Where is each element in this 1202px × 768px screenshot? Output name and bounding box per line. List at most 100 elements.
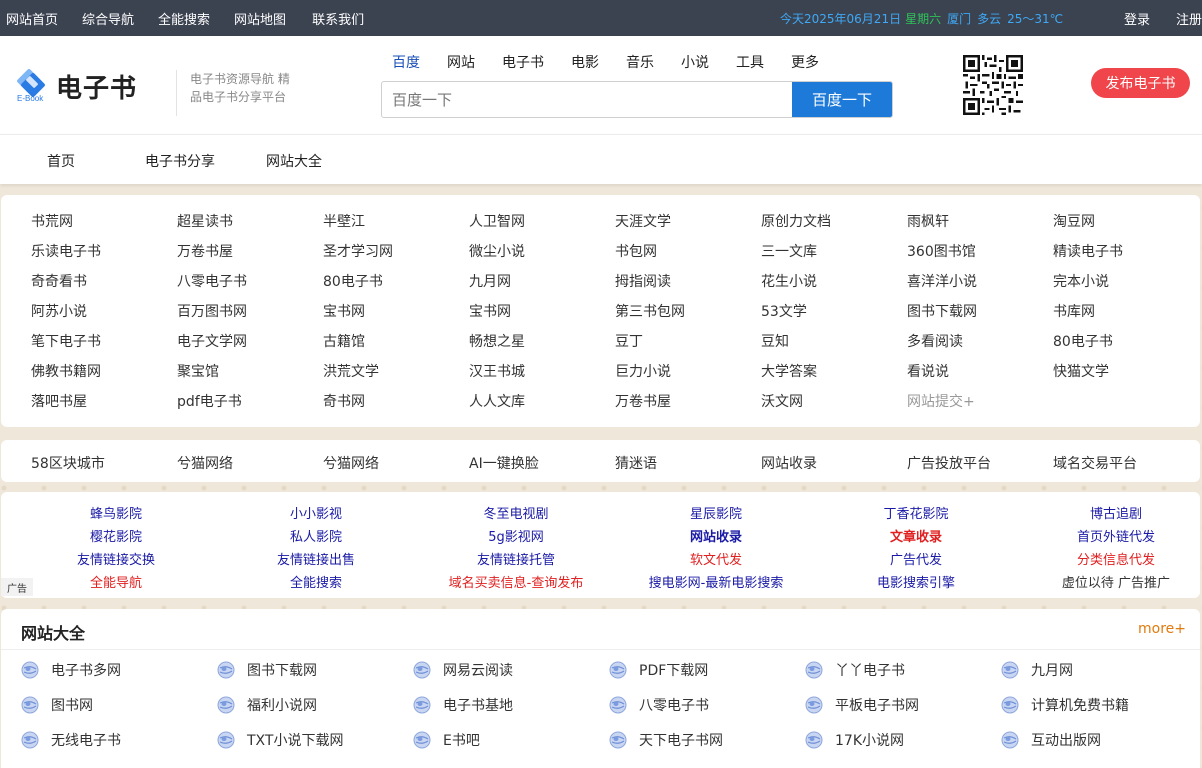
ad-link[interactable]: 樱花影院 [90, 526, 142, 545]
ebook-site-link[interactable]: 淘豆网 [1053, 211, 1095, 231]
ebook-site-link[interactable]: 佛教书籍网 [31, 361, 101, 381]
site-directory-item[interactable]: E书吧 [413, 730, 480, 750]
site-directory-item[interactable]: 平板电子书网 [805, 695, 919, 715]
ebook-site-link[interactable]: 喜洋洋小说 [907, 271, 977, 291]
ebook-site-link[interactable]: 第三书包网 [615, 301, 685, 321]
site-directory-item[interactable]: 图书网 [21, 695, 93, 715]
site-name[interactable]: 电子书 [56, 68, 137, 105]
search-input[interactable] [382, 82, 792, 117]
partner-link[interactable]: 兮猫网络 [177, 453, 233, 473]
site-directory-item[interactable]: TXT小说下载网 [217, 730, 343, 750]
site-directory-item[interactable]: 电子书基地 [413, 695, 513, 715]
ebook-site-link[interactable]: 万卷书屋 [177, 241, 233, 261]
main-nav-ebook-share[interactable]: 电子书分享 [145, 151, 215, 171]
site-directory-item[interactable]: 互动出版网 [1001, 730, 1101, 750]
search-tab-site[interactable]: 网站 [447, 52, 475, 72]
top-nav-home[interactable]: 网站首页 [6, 9, 58, 28]
ebook-site-link[interactable]: 洪荒文学 [323, 361, 379, 381]
ebook-site-link[interactable]: 三一文库 [761, 241, 817, 261]
publish-ebook-button[interactable]: 发布电子书 [1091, 68, 1190, 98]
site-directory-item[interactable]: 图书下载网 [217, 660, 317, 680]
ebook-site-link[interactable]: 快猫文学 [1053, 361, 1109, 381]
site-directory-item[interactable]: 九月网 [1001, 660, 1073, 680]
ebook-site-link[interactable]: 多看阅读 [907, 331, 963, 351]
site-directory-item[interactable]: 福利小说网 [217, 695, 317, 715]
ad-link[interactable]: 5g影视网 [488, 526, 544, 545]
ebook-site-link[interactable]: 雨枫轩 [907, 211, 949, 231]
top-nav-contact[interactable]: 联系我们 [312, 9, 364, 28]
ebook-site-link[interactable]: 豆丁 [615, 331, 643, 351]
ebook-site-link[interactable]: 百万图书网 [177, 301, 247, 321]
site-directory-item[interactable]: 天下电子书网 [609, 730, 723, 750]
ebook-site-link[interactable]: 圣才学习网 [323, 241, 393, 261]
ebook-site-link[interactable]: 精读电子书 [1053, 241, 1123, 261]
ebook-site-link[interactable]: 宝书网 [469, 301, 511, 321]
site-directory-item[interactable]: 电子书多网 [21, 660, 121, 680]
ebook-site-link[interactable]: 宝书网 [323, 301, 365, 321]
ebook-site-link[interactable]: 超星读书 [177, 211, 233, 231]
ebook-site-link[interactable]: 人卫智网 [469, 211, 525, 231]
top-nav-general[interactable]: 综合导航 [82, 9, 134, 28]
partner-link[interactable]: 网站收录 [761, 453, 817, 473]
ebook-site-link[interactable]: 大学答案 [761, 361, 817, 381]
site-directory-item[interactable]: 网易云阅读 [413, 660, 513, 680]
ad-link[interactable]: 小小影视 [290, 503, 342, 522]
ebook-site-link[interactable]: 书库网 [1053, 301, 1095, 321]
ebook-site-link[interactable]: 聚宝馆 [177, 361, 219, 381]
search-tab-novel[interactable]: 小说 [681, 52, 709, 72]
ad-link[interactable]: 友情链接交换 [77, 549, 155, 568]
site-directory-item[interactable]: 计算机免费书籍 [1001, 695, 1129, 715]
top-nav-sitemap[interactable]: 网站地图 [234, 9, 286, 28]
ebook-site-link[interactable]: 阿苏小说 [31, 301, 87, 321]
ebook-site-link[interactable]: 书包网 [615, 241, 657, 261]
search-tab-ebook[interactable]: 电子书 [502, 52, 544, 72]
ebook-site-link[interactable]: 汉王书城 [469, 361, 525, 381]
ebook-site-link[interactable]: pdf电子书 [177, 391, 242, 411]
search-tab-more[interactable]: 更多 [791, 52, 819, 72]
ad-link[interactable]: 电影搜索引擎 [877, 572, 955, 591]
site-directory-item[interactable]: PDF下载网 [609, 660, 708, 680]
partner-link[interactable]: 域名交易平台 [1053, 453, 1137, 473]
login-link[interactable]: 登录 [1124, 9, 1150, 28]
search-tab-movie[interactable]: 电影 [571, 52, 599, 72]
ebook-site-link[interactable]: 天涯文学 [615, 211, 671, 231]
ebook-site-link[interactable]: 360图书馆 [907, 241, 976, 261]
partner-link[interactable]: AI一键换脸 [469, 453, 539, 473]
site-directory-item[interactable]: 八零电子书 [609, 695, 709, 715]
site-directory-item[interactable]: 丫丫电子书 [805, 660, 905, 680]
ebook-site-link[interactable]: 万卷书屋 [615, 391, 671, 411]
ebook-site-link[interactable]: 看说说 [907, 361, 949, 381]
ebook-site-link[interactable]: 笔下电子书 [31, 331, 101, 351]
ad-link[interactable]: 全能导航 [90, 572, 142, 591]
ebook-site-link[interactable]: 书荒网 [31, 211, 73, 231]
search-button[interactable]: 百度一下 [792, 82, 892, 117]
ebook-site-link[interactable]: 微尘小说 [469, 241, 525, 261]
ebook-site-link[interactable]: 九月网 [469, 271, 511, 291]
register-link[interactable]: 注册 [1176, 9, 1202, 28]
ad-link[interactable]: 星辰影院 [690, 503, 742, 522]
ebook-site-link[interactable]: 豆知 [761, 331, 789, 351]
ad-link[interactable]: 丁香花影院 [883, 503, 948, 522]
ad-link[interactable]: 冬至电视剧 [483, 503, 548, 522]
ebook-site-link[interactable]: 八零电子书 [177, 271, 247, 291]
ebook-site-link[interactable]: 巨力小说 [615, 361, 671, 381]
ad-link[interactable]: 虚位以待 广告推广 [1062, 572, 1170, 591]
partner-link[interactable]: 猜迷语 [615, 453, 657, 473]
more-link[interactable]: more+ [1138, 621, 1186, 637]
ad-link[interactable]: 蜂鸟影院 [90, 503, 142, 522]
ad-link[interactable]: 网站收录 [690, 526, 742, 545]
ebook-site-link[interactable]: 奇奇看书 [31, 271, 87, 291]
top-nav-search[interactable]: 全能搜索 [158, 9, 210, 28]
search-tab-baidu[interactable]: 百度 [392, 52, 420, 72]
city-text[interactable]: 厦门 [947, 10, 971, 27]
ebook-site-link[interactable]: 80电子书 [1053, 331, 1113, 351]
ebook-site-link[interactable]: 半壁江 [323, 211, 365, 231]
partner-link[interactable]: 兮猫网络 [323, 453, 379, 473]
partner-link[interactable]: 58区块城市 [31, 453, 105, 473]
ad-link[interactable]: 私人影院 [290, 526, 342, 545]
ad-link[interactable]: 分类信息代发 [1077, 549, 1155, 568]
ebook-site-link[interactable]: 落吧书屋 [31, 391, 87, 411]
ad-link[interactable]: 全能搜索 [290, 572, 342, 591]
main-nav-home[interactable]: 首页 [47, 151, 75, 171]
search-tab-tools[interactable]: 工具 [736, 52, 764, 72]
